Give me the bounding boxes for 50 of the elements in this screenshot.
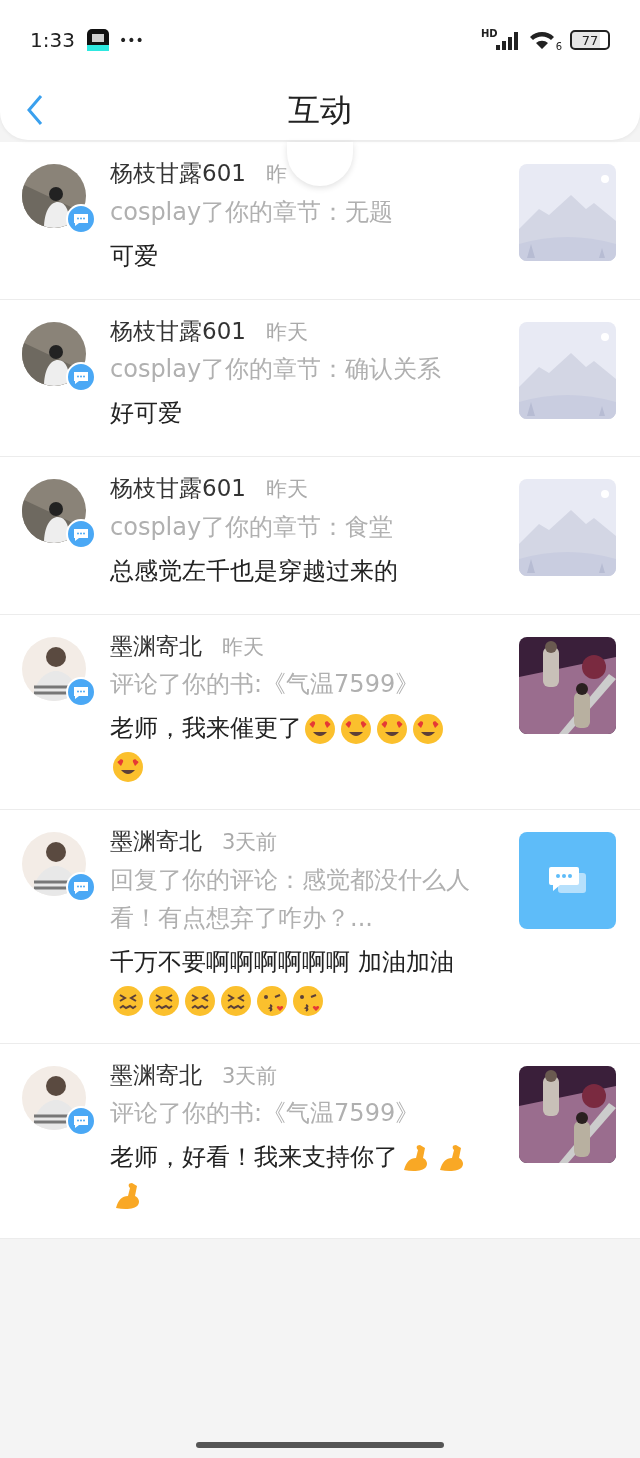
more-notifications: •••: [118, 30, 144, 50]
page-title: 互动: [288, 90, 352, 131]
action-text: 评论了你的书:《气温7599》: [110, 1098, 421, 1129]
status-time: 1:33: [30, 27, 75, 54]
user-name[interactable]: 杨枝甘露601: [110, 471, 246, 506]
wifi-label: 6: [555, 39, 562, 54]
kissing-face-emoji-icon: [256, 984, 288, 1017]
heart-eyes-emoji-icon: [340, 713, 372, 745]
chat-badge-icon: [66, 872, 96, 902]
back-icon[interactable]: [26, 94, 44, 126]
action-text: cosplay了你的章节：食堂: [110, 511, 395, 543]
kissing-face-emoji-icon: [292, 984, 324, 1017]
comment-text: 总感觉左千也是穿越过来的: [110, 555, 399, 587]
action-text: cosplay了你的章节：确认关系: [110, 354, 443, 385]
user-name[interactable]: 墨渊寄北: [110, 628, 202, 663]
comment-text: 好可爱: [110, 398, 183, 429]
squint-face-emoji-icon: [184, 984, 216, 1017]
time-label: 3天前: [222, 1062, 278, 1090]
network-label: HD: [480, 26, 498, 41]
squint-face-emoji-icon: [220, 984, 252, 1017]
heart-eyes-emoji-icon: [304, 713, 336, 745]
user-name[interactable]: 墨渊寄北: [110, 1057, 202, 1092]
time-label: 昨: [265, 161, 287, 188]
app-notification-icon: [86, 29, 109, 51]
comment-text: 可爱: [110, 240, 159, 272]
chat-badge-icon: [66, 361, 96, 392]
comment-text: 老师，我来催更了: [110, 709, 475, 785]
action-text: 评论了你的书:《气温7599》: [110, 669, 421, 700]
squint-face-emoji-icon: [148, 984, 180, 1017]
time-label: 昨天: [265, 476, 308, 503]
chat-badge-icon: [66, 519, 96, 549]
user-name[interactable]: 墨渊寄北: [110, 824, 202, 859]
heart-eyes-emoji-icon: [412, 713, 444, 745]
comment-text: 老师，好看！我来支持你了: [110, 1138, 475, 1214]
battery-indicator: 77: [570, 30, 610, 50]
chat-badge-icon: [66, 676, 96, 707]
time-label: 昨天: [265, 318, 308, 346]
user-name[interactable]: 杨枝甘露601: [110, 313, 246, 348]
chat-badge-icon: [66, 1105, 96, 1136]
squint-face-emoji-icon: [112, 984, 144, 1017]
heart-eyes-emoji-icon: [376, 713, 408, 745]
chat-badge-icon: [66, 204, 96, 234]
time-label: 3天前: [222, 829, 278, 856]
heart-eyes-emoji-icon: [112, 751, 144, 783]
time-label: 昨天: [222, 633, 264, 661]
user-name[interactable]: 杨枝甘露601: [110, 156, 246, 191]
action-text: 回复了你的评论：感觉都没什么人看！有点想弃了咋办？...: [110, 864, 471, 934]
home-indicator[interactable]: [196, 1442, 444, 1448]
action-text: cosplay了你的章节：无题: [110, 196, 395, 228]
comment-text: 千万不要啊啊啊啊啊啊 加油加油: [110, 942, 475, 1019]
